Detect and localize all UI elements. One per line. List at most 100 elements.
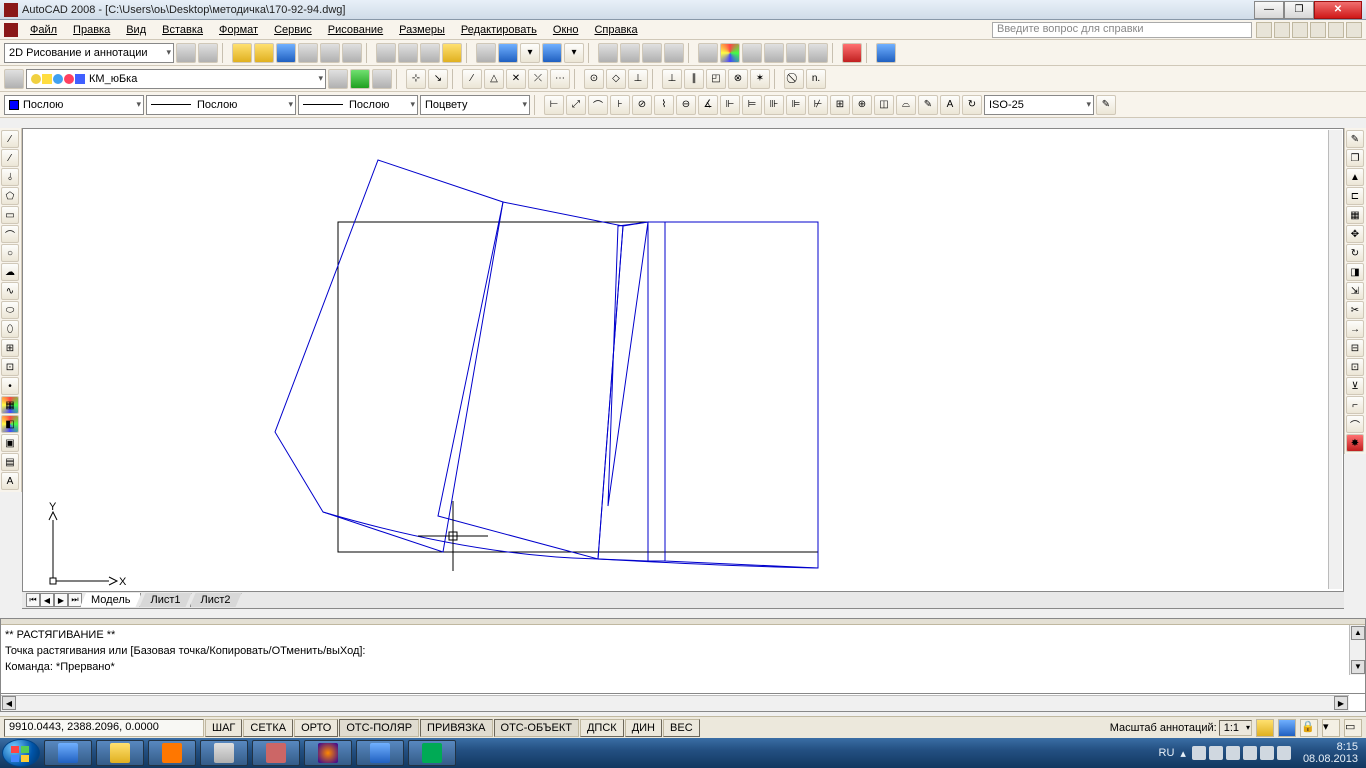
osnap-midpoint-icon[interactable]: △	[484, 69, 504, 89]
mode-дпск[interactable]: ДПСК	[580, 719, 624, 737]
drawing-canvas[interactable]: X Y	[22, 128, 1344, 606]
sheet-set-icon[interactable]	[764, 43, 784, 63]
cut-icon[interactable]	[376, 43, 396, 63]
ellipse-arc-icon[interactable]: ⬯	[1, 320, 19, 338]
mode-орто[interactable]: ОРТО	[294, 719, 338, 737]
dim-edit-icon[interactable]: ✎	[918, 95, 938, 115]
status-lock-icon[interactable]: 🔒	[1300, 719, 1318, 737]
publish-icon[interactable]	[342, 43, 362, 63]
scroll-left-icon[interactable]: ◀	[2, 696, 16, 710]
dim-linear-icon[interactable]: ⊢	[544, 95, 564, 115]
layer-dropdown[interactable]: КМ_юБка	[26, 69, 326, 89]
anno-autoscale-icon[interactable]	[1278, 719, 1296, 737]
mode-дин[interactable]: ДИН	[625, 719, 662, 737]
mode-сетка[interactable]: СЕТКА	[243, 719, 293, 737]
tray-icon-6[interactable]	[1277, 746, 1291, 760]
dimstyle-manager-icon[interactable]: ✎	[1096, 95, 1116, 115]
workspace-lock-icon[interactable]	[198, 43, 218, 63]
extend-icon[interactable]: →	[1346, 320, 1364, 338]
task-explorer[interactable]	[96, 740, 144, 766]
dim-inspect-icon[interactable]: ◫	[874, 95, 894, 115]
properties-icon[interactable]	[698, 43, 718, 63]
task-app1[interactable]	[252, 740, 300, 766]
tab-sheet2[interactable]: Лист2	[190, 593, 242, 607]
menu-edit[interactable]: Правка	[65, 22, 118, 38]
polyline-icon[interactable]: ⫰	[1, 168, 19, 186]
cmd-scrollbar-h[interactable]: ◀ ▶	[1, 695, 1349, 711]
join-icon[interactable]: ⊻	[1346, 377, 1364, 395]
command-history[interactable]: ** РАСТЯГИВАНИЕ ** Точка растягивания ил…	[1, 625, 1365, 693]
gradient-icon[interactable]: ◧	[1, 415, 19, 433]
dim-space-icon[interactable]: ⊫	[786, 95, 806, 115]
dim-jogline-icon[interactable]: ⌓	[896, 95, 916, 115]
maximize-button[interactable]: ❐	[1284, 1, 1314, 19]
block-editor-icon[interactable]	[476, 43, 496, 63]
cmd-scrollbar-v[interactable]: ▲ ▼	[1349, 625, 1365, 675]
dim-ordinate-icon[interactable]: ⊦	[610, 95, 630, 115]
menu-modify[interactable]: Редактировать	[453, 22, 545, 38]
menu-format[interactable]: Формат	[211, 22, 266, 38]
save-icon[interactable]	[276, 43, 296, 63]
menu-dimension[interactable]: Размеры	[391, 22, 453, 38]
tab-prev-icon[interactable]: ◀	[40, 593, 54, 607]
osnap-none-icon[interactable]: ⃠	[784, 69, 804, 89]
tab-next-icon[interactable]: ▶	[54, 593, 68, 607]
chamfer-icon[interactable]: ⌐	[1346, 396, 1364, 414]
redo-drop-icon[interactable]: ▾	[564, 43, 584, 63]
tray-chevron-icon[interactable]: ▴	[1180, 747, 1186, 760]
undo-icon[interactable]	[498, 43, 518, 63]
menu-view[interactable]: Вид	[118, 22, 154, 38]
lineweight-dropdown[interactable]: Послою	[298, 95, 418, 115]
linetype-dropdown[interactable]: Послою	[146, 95, 296, 115]
copy-icon[interactable]	[398, 43, 418, 63]
mdi-minimize-icon[interactable]	[1310, 22, 1326, 38]
tab-first-icon[interactable]: ⏮	[26, 593, 40, 607]
layer-manager-icon[interactable]	[4, 69, 24, 89]
scale-icon[interactable]: ◨	[1346, 263, 1364, 281]
markup-icon[interactable]	[786, 43, 806, 63]
tolerance-icon[interactable]: ⊞	[830, 95, 850, 115]
region-icon[interactable]: ▣	[1, 434, 19, 452]
dim-break-icon[interactable]: ⊬	[808, 95, 828, 115]
rectangle-icon[interactable]: ▭	[1, 206, 19, 224]
app-menu-icon[interactable]	[4, 23, 18, 37]
design-center-icon[interactable]	[720, 43, 740, 63]
magnet-icon[interactable]	[842, 43, 862, 63]
explode-icon[interactable]: ✸	[1346, 434, 1364, 452]
osnap-intersection-icon[interactable]: ✕	[506, 69, 526, 89]
tray-icon-2[interactable]	[1209, 746, 1223, 760]
tab-sheet1[interactable]: Лист1	[139, 593, 191, 607]
osnap-endpoint-icon[interactable]: ∕	[462, 69, 482, 89]
osnap-perp-icon[interactable]: ⊥	[662, 69, 682, 89]
array-icon[interactable]: ▦	[1346, 206, 1364, 224]
menu-tools[interactable]: Сервис	[266, 22, 320, 38]
open-icon[interactable]	[254, 43, 274, 63]
undo-drop-icon[interactable]: ▾	[520, 43, 540, 63]
scroll-right-icon[interactable]: ▶	[1334, 696, 1348, 710]
search-icon[interactable]	[1256, 22, 1272, 38]
canvas-scrollbar-v[interactable]	[1328, 130, 1342, 589]
dim-arc-icon[interactable]: ⌒	[588, 95, 608, 115]
osnap-appint-icon[interactable]: ⤫	[528, 69, 548, 89]
dim-continue-icon[interactable]: ⊪	[764, 95, 784, 115]
insert-block-icon[interactable]: ⊞	[1, 339, 19, 357]
workspace-dropdown[interactable]: 2D Рисование и аннотации	[4, 43, 174, 63]
task-firefox[interactable]	[304, 740, 352, 766]
mode-отс-объект[interactable]: ОТС-ОБЪЕКТ	[494, 719, 579, 737]
zoom-prev-icon[interactable]	[642, 43, 662, 63]
task-autocad[interactable]	[408, 740, 456, 766]
menu-draw[interactable]: Рисование	[320, 22, 391, 38]
make-block-icon[interactable]: ⊡	[1, 358, 19, 376]
rotate-icon[interactable]: ↻	[1346, 244, 1364, 262]
tray-icon-4[interactable]	[1243, 746, 1257, 760]
osnap-nearest-icon[interactable]: ✶	[750, 69, 770, 89]
close-button[interactable]: ✕	[1314, 1, 1362, 19]
task-wmp[interactable]	[148, 740, 196, 766]
help-icon[interactable]	[876, 43, 896, 63]
clock[interactable]: 8:15 08.08.2013	[1297, 741, 1364, 765]
mode-вес[interactable]: ВЕС	[663, 719, 700, 737]
dim-tedit-icon[interactable]: A	[940, 95, 960, 115]
mode-шаг[interactable]: ШАГ	[205, 719, 242, 737]
ellipse-icon[interactable]: ⬭	[1, 301, 19, 319]
dim-angular-icon[interactable]: ∡	[698, 95, 718, 115]
